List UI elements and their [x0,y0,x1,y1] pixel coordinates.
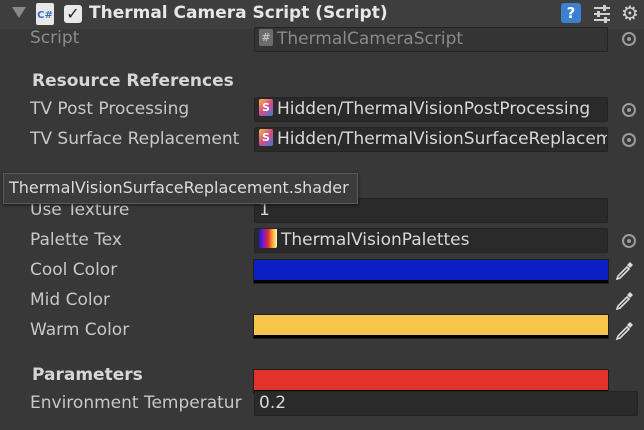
shader-icon: S [259,128,273,146]
eyedropper-icon[interactable] [614,290,634,312]
script-object-picker-icon [622,32,636,46]
parameters-heading: Parameters [32,365,143,385]
help-icon[interactable]: ? [561,3,581,23]
script-value: ThermalCameraScript [277,29,464,49]
environment-temperature-value: 0.2 [259,393,287,413]
cool-color-swatch[interactable] [253,259,609,284]
environment-temperature-label: Environment Temperatur [30,393,242,413]
tv-surface-replacement-field[interactable]: S Hidden/ThermalVisionSurfaceReplacement [254,127,608,152]
eyedropper-icon[interactable] [614,320,634,342]
texture-thumbnail-icon [259,229,277,248]
csharp-file-icon: # [259,28,273,46]
tv-post-processing-value: Hidden/ThermalVisionPostProcessing [277,99,591,119]
mid-color-swatch[interactable] [253,314,609,339]
tv-surface-replacement-picker-icon[interactable] [622,133,636,147]
cool-color-label: Cool Color [30,260,118,280]
tv-surface-replacement-value: Hidden/ThermalVisionSurfaceReplacement [277,129,608,149]
csharp-script-icon: C# [36,3,54,25]
palette-tex-field[interactable]: ThermalVisionPalettes [254,228,608,253]
palette-tex-label: Palette Tex [30,230,122,250]
script-object-field: # ThermalCameraScript [254,27,608,52]
resource-references-heading: Resource References [32,71,234,91]
palette-tex-value: ThermalVisionPalettes [281,230,470,250]
warm-color-label: Warm Color [30,320,130,340]
script-label: Script [30,28,80,48]
palette-tex-picker-icon[interactable] [622,234,636,248]
preset-sliders-icon[interactable] [592,3,612,25]
component-title: Thermal Camera Script (Script) [89,3,388,23]
tv-post-processing-picker-icon[interactable] [622,103,636,117]
environment-temperature-input[interactable]: 0.2 [254,391,638,416]
shader-icon: S [259,98,273,116]
eyedropper-icon[interactable] [614,260,634,282]
shader-path-tooltip: ThermalVisionSurfaceReplacement.shader [3,173,358,204]
mid-color-label: Mid Color [30,290,110,310]
foldout-arrow-icon[interactable] [12,7,26,18]
gear-icon[interactable]: ⚙ [621,1,639,25]
tv-surface-replacement-label: TV Surface Replacement [30,129,240,149]
tv-post-processing-field[interactable]: S Hidden/ThermalVisionPostProcessing [254,97,608,122]
component-enabled-checkbox[interactable]: ✓ [64,5,82,23]
tv-post-processing-label: TV Post Processing [30,99,190,119]
